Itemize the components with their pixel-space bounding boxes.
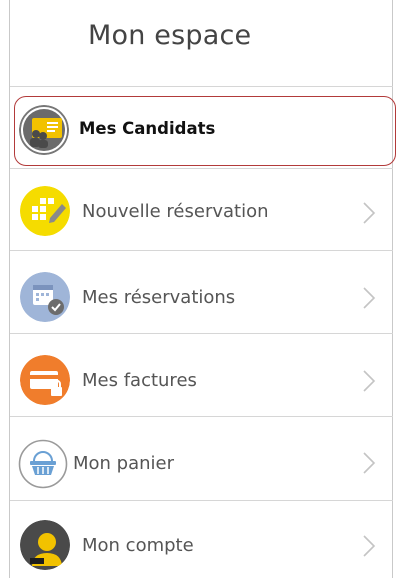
menu-item-new-booking[interactable]: Nouvelle réservation: [10, 176, 393, 248]
chevron-right-icon: [363, 202, 376, 224]
candidates-card-icon: [19, 105, 69, 155]
menu-item-label: Mon compte: [82, 535, 194, 556]
calendar-check-icon: [20, 272, 70, 322]
new-booking-icon: [20, 186, 70, 236]
menu-item-label: Mes réservations: [82, 287, 236, 308]
menu-item-basket[interactable]: Mon panier: [10, 425, 393, 497]
menu-item-candidates[interactable]: Mes Candidats: [14, 96, 396, 166]
basket-icon: [18, 439, 68, 489]
chevron-right-icon: [363, 452, 376, 474]
divider: [10, 86, 393, 87]
menu-item-label: Mes factures: [82, 370, 197, 391]
invoice-card-lock-icon: [20, 355, 70, 405]
menu-item-account[interactable]: Mon compte: [10, 508, 393, 580]
divider: [10, 333, 393, 334]
divider: [10, 500, 393, 501]
divider: [10, 168, 393, 169]
divider: [10, 416, 393, 417]
menu-item-label: Mes Candidats: [79, 119, 216, 138]
menu-item-label: Mon panier: [73, 453, 175, 474]
chevron-right-icon: [363, 535, 376, 557]
menu-item-invoices[interactable]: Mes factures: [10, 343, 393, 415]
user-account-icon: [20, 520, 70, 570]
menu-item-label: Nouvelle réservation: [82, 201, 269, 222]
chevron-right-icon: [363, 287, 376, 309]
menu-item-reservations[interactable]: Mes réservations: [10, 260, 393, 332]
divider: [10, 250, 393, 251]
page-title: Mon espace: [88, 20, 252, 51]
chevron-right-icon: [363, 370, 376, 392]
